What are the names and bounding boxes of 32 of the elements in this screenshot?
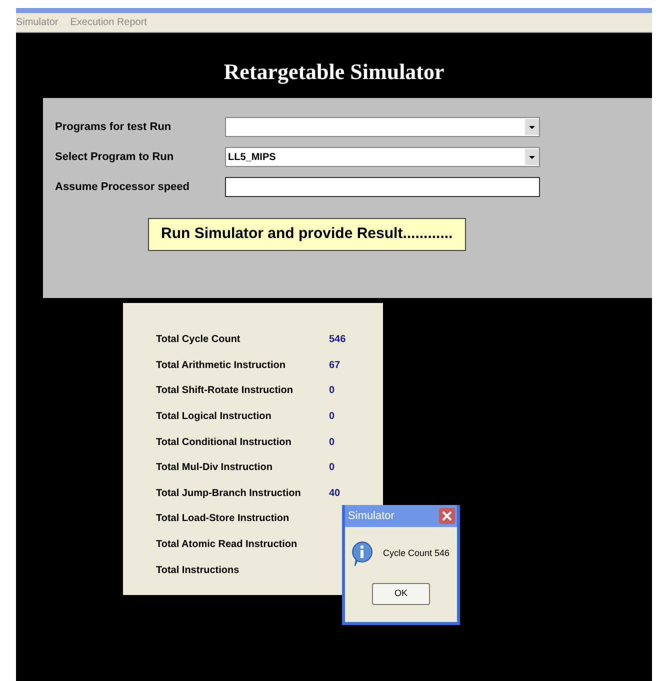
result-label: Total Conditional Instruction bbox=[156, 436, 292, 450]
caret-icon bbox=[525, 119, 539, 135]
result-label: Total Mul-Div Instruction bbox=[156, 461, 274, 476]
result-value: 0 bbox=[329, 410, 335, 424]
result-label: Total Shift-Rotate Instruction bbox=[156, 384, 294, 398]
field-label: Assume Processor speed bbox=[55, 180, 191, 195]
result-value: 0 bbox=[329, 384, 335, 398]
field-label: Select Program to Run bbox=[55, 150, 175, 165]
program-dropdown[interactable] bbox=[225, 117, 540, 137]
result-label: Total Logical Instruction bbox=[156, 410, 272, 424]
result-label: Total Atomic Read Instruction bbox=[156, 538, 298, 552]
speed-field[interactable] bbox=[225, 177, 540, 197]
caret-icon bbox=[525, 149, 539, 165]
app-title: Retargetable Simulator bbox=[224, 58, 444, 86]
dialog-title: Simulator bbox=[348, 508, 394, 524]
ok-button[interactable]: OK bbox=[372, 583, 430, 605]
result-value: 546 bbox=[329, 333, 346, 348]
dialog-message: Cycle Count 546 bbox=[383, 547, 450, 560]
close-icon[interactable] bbox=[439, 508, 455, 524]
info-icon bbox=[351, 541, 373, 567]
result-label: Total Load-Store Instruction bbox=[156, 512, 290, 526]
program-dropdown[interactable]: LL5_MIPS bbox=[225, 147, 540, 167]
result-value: 67 bbox=[329, 358, 340, 373]
field-label: Programs for test Run bbox=[55, 120, 172, 135]
run-button[interactable]: Run Simulator and provide Result............ bbox=[148, 218, 466, 251]
result-value: 0 bbox=[329, 436, 335, 450]
result-label: Total Cycle Count bbox=[156, 333, 242, 348]
result-value: 0 bbox=[329, 461, 335, 476]
result-label: Total Jump-Branch Instruction bbox=[156, 486, 302, 501]
result-label: Total Instructions bbox=[156, 564, 240, 578]
result-label: Total Arithmetic Instruction bbox=[156, 358, 286, 373]
result-value: 40 bbox=[329, 486, 340, 501]
